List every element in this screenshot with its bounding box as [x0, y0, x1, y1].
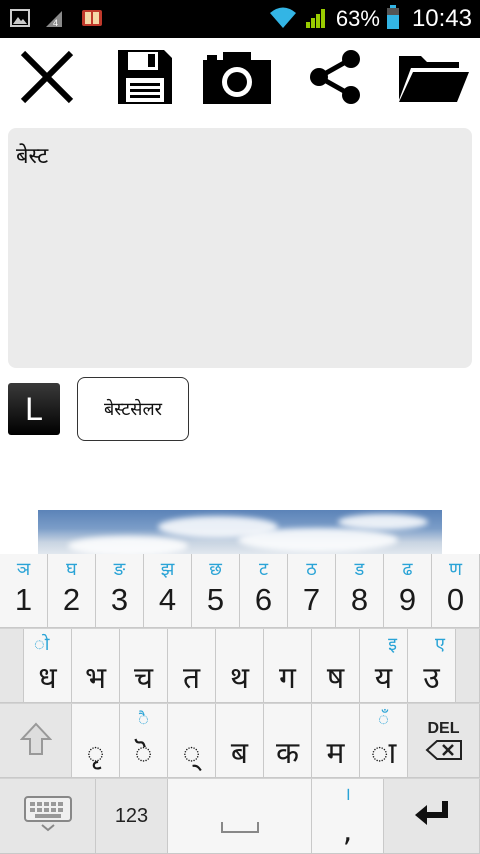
suggestion-chip[interactable]: बेस्टसेलर: [77, 377, 189, 441]
key-u[interactable]: एउ: [408, 629, 456, 703]
space-key[interactable]: [168, 779, 312, 854]
key-4[interactable]: झ4: [144, 554, 192, 628]
key-ma[interactable]: म: [312, 704, 360, 778]
keyboard-switch-key[interactable]: [0, 779, 96, 854]
backspace-icon: [425, 739, 463, 764]
wifi-icon: [268, 4, 298, 34]
key-tha[interactable]: थ: [216, 629, 264, 703]
status-bar: 4 63% 10:43: [0, 0, 480, 38]
language-badge[interactable]: L: [8, 383, 60, 435]
key-halant[interactable]: ्: [168, 704, 216, 778]
clock: 10:43: [411, 5, 472, 32]
close-icon: [17, 47, 77, 111]
shift-key[interactable]: [0, 704, 72, 778]
toolbar: [0, 38, 480, 120]
key-ka[interactable]: क: [264, 704, 312, 778]
signal-4-icon: 4: [44, 7, 66, 33]
space-icon: [220, 819, 260, 838]
camera-button[interactable]: [201, 46, 273, 112]
comma-key[interactable]: । ,: [312, 779, 384, 854]
sky-image: [38, 510, 442, 556]
battery-icon: [386, 4, 400, 34]
text-editor[interactable]: बेस्ट: [8, 128, 472, 368]
key-spacer-right: [456, 629, 480, 703]
enter-key[interactable]: [384, 779, 480, 854]
save-icon: [116, 48, 174, 110]
key-9[interactable]: ढ9: [384, 554, 432, 628]
cell-signal-icon: [304, 4, 330, 34]
save-button[interactable]: [112, 46, 178, 112]
keyboard-icon: [23, 795, 73, 837]
key-vowel-e[interactable]: ैॆ: [120, 704, 168, 778]
numbers-key[interactable]: 123: [96, 779, 168, 854]
key-8[interactable]: ड8: [336, 554, 384, 628]
key-bha[interactable]: भ: [72, 629, 120, 703]
key-ba[interactable]: ब: [216, 704, 264, 778]
key-ga[interactable]: ग: [264, 629, 312, 703]
close-button[interactable]: [14, 46, 80, 112]
folder-open-icon: [397, 50, 471, 108]
delete-key[interactable]: DEL: [408, 704, 480, 778]
svg-text:4: 4: [53, 18, 58, 28]
key-2[interactable]: घ2: [48, 554, 96, 628]
key-7[interactable]: ठ7: [288, 554, 336, 628]
open-folder-button[interactable]: [396, 46, 472, 112]
share-button[interactable]: [302, 46, 368, 112]
key-ta[interactable]: त: [168, 629, 216, 703]
camera-icon: [201, 48, 273, 110]
battery-percent: 63%: [335, 6, 380, 31]
share-icon: [305, 47, 365, 111]
key-ya[interactable]: इय: [360, 629, 408, 703]
keyboard: ञ1 घ2 ङ3 झ4 छ5 ट6 ठ7 ड8 ढ9 ण0 ो ध भ च त थ…: [0, 554, 480, 854]
key-cha[interactable]: च: [120, 629, 168, 703]
key-3[interactable]: ङ3: [96, 554, 144, 628]
key-5[interactable]: छ5: [192, 554, 240, 628]
key-vowel-ri[interactable]: ृ: [72, 704, 120, 778]
key-vowel-aa[interactable]: ँा: [360, 704, 408, 778]
enter-icon: [413, 799, 451, 833]
key-1[interactable]: ञ1: [0, 554, 48, 628]
key-dha[interactable]: ो ध: [24, 629, 72, 703]
key-sha[interactable]: ष: [312, 629, 360, 703]
key-6[interactable]: ट6: [240, 554, 288, 628]
key-spacer-left: [0, 629, 24, 703]
key-0[interactable]: ण0: [432, 554, 480, 628]
shift-icon: [19, 722, 52, 760]
book-icon: [80, 7, 104, 33]
gallery-icon: [10, 8, 30, 32]
